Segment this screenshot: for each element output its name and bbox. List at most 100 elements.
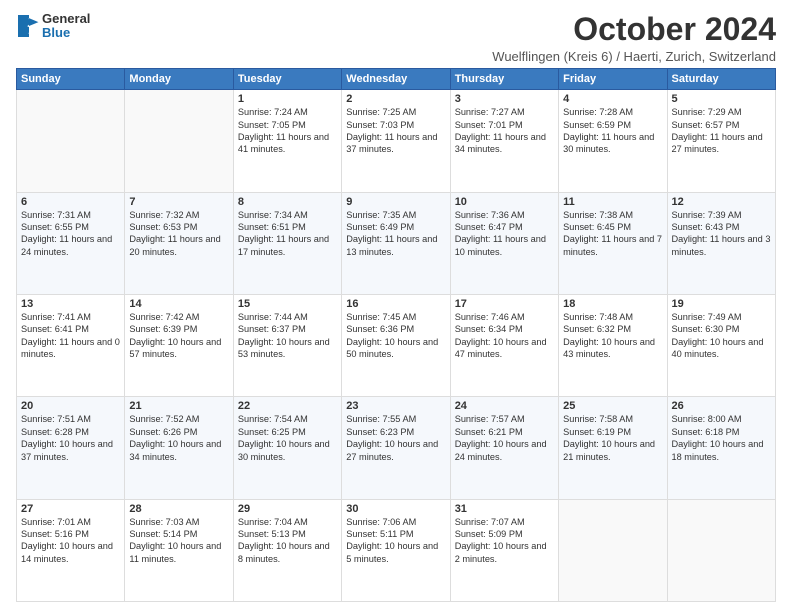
calendar-cell [17,90,125,192]
day-number: 21 [129,400,228,412]
day-number: 19 [672,298,771,310]
cell-info: Daylight: 10 hours and 5 minutes. [346,540,445,565]
cell-info: Sunrise: 7:06 AM [346,516,445,528]
cell-info: Sunrise: 7:58 AM [563,413,662,425]
day-number: 16 [346,298,445,310]
cell-info: Daylight: 11 hours and 24 minutes. [21,233,120,258]
cell-info: Daylight: 10 hours and 8 minutes. [238,540,337,565]
cell-info: Sunrise: 7:03 AM [129,516,228,528]
cell-info: Sunset: 6:53 PM [129,221,228,233]
cell-info: Daylight: 11 hours and 10 minutes. [455,233,554,258]
cell-info: Sunset: 7:05 PM [238,119,337,131]
calendar-cell: 14Sunrise: 7:42 AMSunset: 6:39 PMDayligh… [125,294,233,396]
cell-info: Sunset: 6:36 PM [346,323,445,335]
calendar-weekday-friday: Friday [559,69,667,90]
header: General Blue October 2024 Wuelflingen (K… [16,12,776,64]
cell-info: Sunset: 6:28 PM [21,426,120,438]
location-subtitle: Wuelflingen (Kreis 6) / Haerti, Zurich, … [492,49,776,64]
cell-info: Daylight: 10 hours and 57 minutes. [129,336,228,361]
calendar-cell [559,499,667,601]
calendar-cell: 7Sunrise: 7:32 AMSunset: 6:53 PMDaylight… [125,192,233,294]
calendar-cell [125,90,233,192]
calendar-cell: 2Sunrise: 7:25 AMSunset: 7:03 PMDaylight… [342,90,450,192]
cell-info: Sunset: 6:26 PM [129,426,228,438]
calendar-cell: 31Sunrise: 7:07 AMSunset: 5:09 PMDayligh… [450,499,558,601]
calendar-cell: 6Sunrise: 7:31 AMSunset: 6:55 PMDaylight… [17,192,125,294]
calendar-cell: 15Sunrise: 7:44 AMSunset: 6:37 PMDayligh… [233,294,341,396]
day-number: 24 [455,400,554,412]
calendar-cell: 24Sunrise: 7:57 AMSunset: 6:21 PMDayligh… [450,397,558,499]
cell-info: Daylight: 11 hours and 7 minutes. [563,233,662,258]
cell-info: Daylight: 11 hours and 34 minutes. [455,131,554,156]
cell-info: Sunset: 5:14 PM [129,528,228,540]
calendar-cell: 10Sunrise: 7:36 AMSunset: 6:47 PMDayligh… [450,192,558,294]
calendar-cell: 1Sunrise: 7:24 AMSunset: 7:05 PMDaylight… [233,90,341,192]
day-number: 5 [672,93,771,105]
cell-info: Sunrise: 7:46 AM [455,311,554,323]
logo: General Blue [16,12,90,41]
cell-info: Daylight: 10 hours and 50 minutes. [346,336,445,361]
calendar-cell: 11Sunrise: 7:38 AMSunset: 6:45 PMDayligh… [559,192,667,294]
day-number: 17 [455,298,554,310]
calendar-week-row: 13Sunrise: 7:41 AMSunset: 6:41 PMDayligh… [17,294,776,396]
cell-info: Sunset: 6:39 PM [129,323,228,335]
day-number: 8 [238,196,337,208]
cell-info: Sunset: 5:11 PM [346,528,445,540]
calendar-week-row: 20Sunrise: 7:51 AMSunset: 6:28 PM Dayligh… [17,397,776,499]
cell-info: Sunset: 6:34 PM [455,323,554,335]
cell-info: Daylight: 11 hours and 3 minutes. [672,233,771,258]
cell-info: Sunset: 6:37 PM [238,323,337,335]
cell-info: Sunrise: 7:01 AM [21,516,120,528]
calendar-cell: 19Sunrise: 7:49 AMSunset: 6:30 PMDayligh… [667,294,775,396]
cell-info: Daylight: 11 hours and 41 minutes. [238,131,337,156]
cell-info: Sunrise: 7:04 AM [238,516,337,528]
cell-info: Sunrise: 7:51 AM [21,413,120,425]
calendar-weekday-thursday: Thursday [450,69,558,90]
cell-info: Daylight: 10 hours and 30 minutes. [238,438,337,463]
calendar-cell: 9Sunrise: 7:35 AMSunset: 6:49 PMDaylight… [342,192,450,294]
cell-info: Daylight: 10 hours and 47 minutes. [455,336,554,361]
cell-info: Sunset: 7:03 PM [346,119,445,131]
cell-info: Daylight: 10 hours and 24 minutes. [455,438,554,463]
cell-info: Daylight: 11 hours and 37 minutes. [346,131,445,156]
calendar-cell: 18Sunrise: 7:48 AMSunset: 6:32 PMDayligh… [559,294,667,396]
cell-info: Sunset: 6:43 PM [672,221,771,233]
cell-info: Sunset: 6:32 PM [563,323,662,335]
cell-info: Daylight: 11 hours and 17 minutes. [238,233,337,258]
cell-info: Daylight: 11 hours and 0 minutes. [21,336,120,361]
day-number: 29 [238,503,337,515]
month-title: October 2024 [492,12,776,47]
calendar-table: SundayMondayTuesdayWednesdayThursdayFrid… [16,68,776,602]
logo-blue: Blue [42,26,90,40]
calendar-week-row: 6Sunrise: 7:31 AMSunset: 6:55 PMDaylight… [17,192,776,294]
day-number: 31 [455,503,554,515]
logo-text: General Blue [42,12,90,41]
cell-info: Sunrise: 7:38 AM [563,209,662,221]
calendar-cell: 4Sunrise: 7:28 AMSunset: 6:59 PMDaylight… [559,90,667,192]
cell-info: Daylight: 10 hours and 18 minutes. [672,438,771,463]
calendar-cell: 30Sunrise: 7:06 AMSunset: 5:11 PMDayligh… [342,499,450,601]
calendar-weekday-wednesday: Wednesday [342,69,450,90]
calendar-cell: 29Sunrise: 7:04 AMSunset: 5:13 PMDayligh… [233,499,341,601]
cell-info: Sunrise: 7:41 AM [21,311,120,323]
day-number: 25 [563,400,662,412]
day-number: 6 [21,196,120,208]
logo-icon [18,15,40,37]
day-number: 9 [346,196,445,208]
day-number: 22 [238,400,337,412]
calendar-cell: 3Sunrise: 7:27 AMSunset: 7:01 PMDaylight… [450,90,558,192]
day-number: 15 [238,298,337,310]
calendar-cell: 5Sunrise: 7:29 AMSunset: 6:57 PMDaylight… [667,90,775,192]
cell-info: Sunrise: 7:44 AM [238,311,337,323]
cell-info: Daylight: 10 hours and 21 minutes. [563,438,662,463]
cell-info: Sunrise: 7:31 AM [21,209,120,221]
day-number: 23 [346,400,445,412]
cell-info: Daylight: 10 hours and 43 minutes. [563,336,662,361]
day-number: 20 [21,400,120,412]
day-number: 30 [346,503,445,515]
page: General Blue October 2024 Wuelflingen (K… [0,0,792,612]
day-number: 7 [129,196,228,208]
calendar-cell: 17Sunrise: 7:46 AMSunset: 6:34 PMDayligh… [450,294,558,396]
calendar-cell: 27Sunrise: 7:01 AMSunset: 5:16 PMDayligh… [17,499,125,601]
cell-info: Sunset: 5:13 PM [238,528,337,540]
